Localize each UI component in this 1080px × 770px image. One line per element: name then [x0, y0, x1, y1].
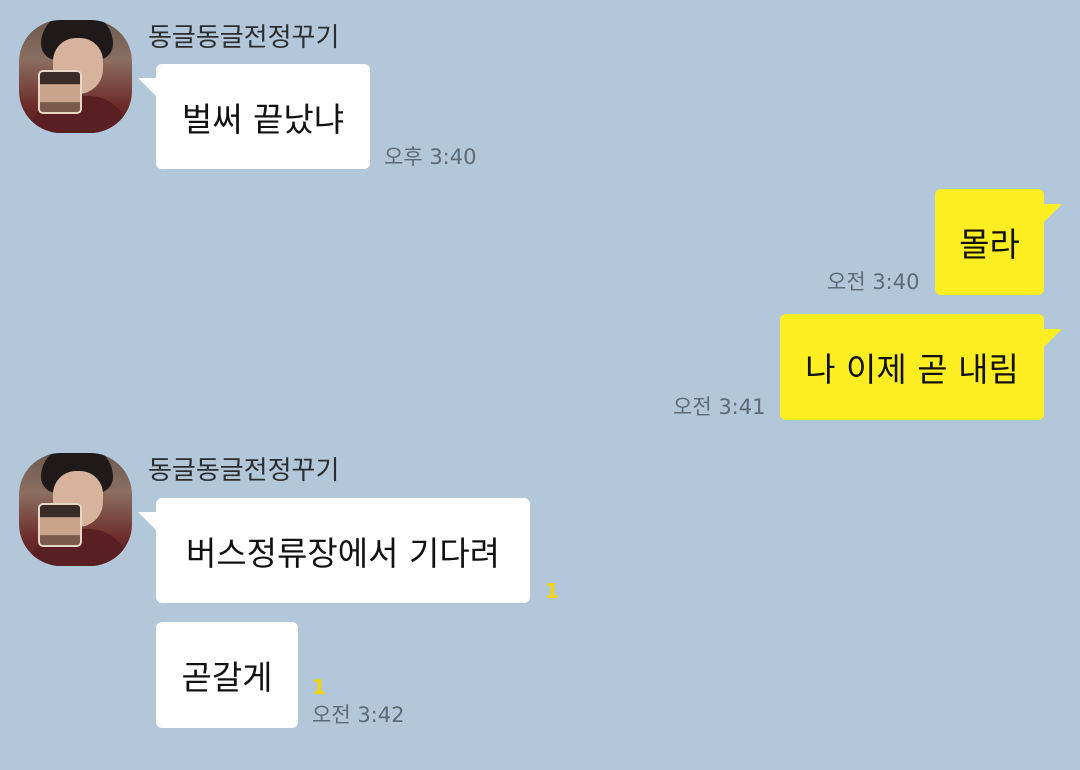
bubble-tail: [1042, 204, 1062, 224]
unread-count: 1: [312, 675, 326, 699]
sender-name: 동글동글전정꾸기: [148, 456, 340, 486]
avatar-inset-photo: [38, 503, 82, 547]
sender-avatar[interactable]: [19, 20, 132, 133]
bubble-tail: [138, 512, 158, 532]
message-timestamp: 오후 3:40: [384, 145, 477, 169]
message-bubble[interactable]: 나 이제 곧 내림: [780, 314, 1044, 420]
message-bubble[interactable]: 버스정류장에서 기다려: [156, 498, 530, 603]
avatar-inset-photo: [38, 70, 82, 114]
message-bubble[interactable]: 벌써 끝났냐: [156, 64, 370, 169]
bubble-tail: [1042, 329, 1062, 349]
message-timestamp: 오전 3:42: [312, 703, 405, 727]
sender-name: 동글동글전정꾸기: [148, 23, 340, 53]
message-timestamp: 오전 3:41: [673, 395, 766, 419]
bubble-tail: [138, 78, 158, 98]
message-bubble[interactable]: 곧갈게: [156, 622, 298, 728]
message-bubble[interactable]: 몰라: [935, 189, 1044, 295]
sender-avatar[interactable]: [19, 453, 132, 566]
unread-count: 1: [545, 579, 559, 603]
message-timestamp: 오전 3:40: [827, 270, 920, 294]
